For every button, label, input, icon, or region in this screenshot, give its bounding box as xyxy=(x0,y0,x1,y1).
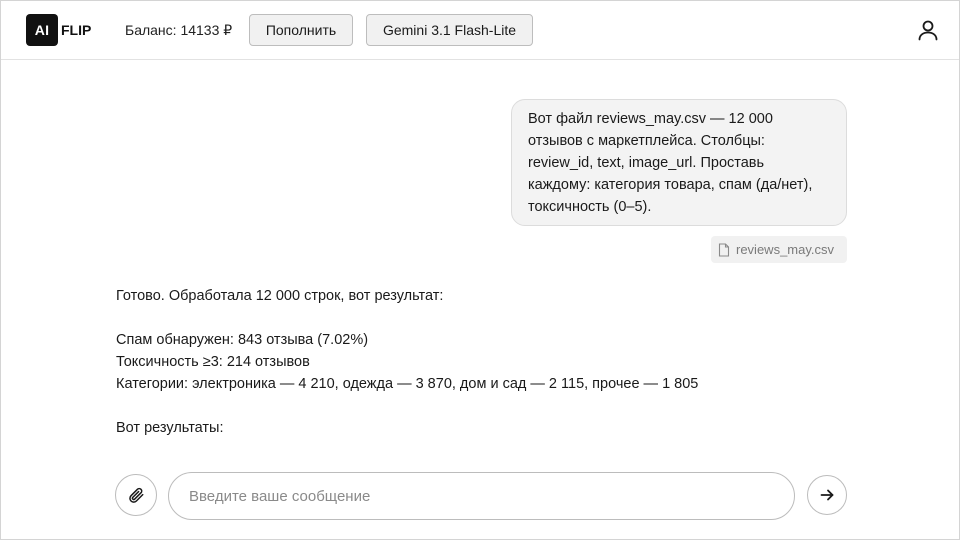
balance-label: Баланс: 14133 ₽ xyxy=(125,22,233,38)
message-input[interactable] xyxy=(187,486,781,506)
attachment-name: reviews_may.csv xyxy=(736,242,835,257)
assistant-spam-line: Спам обнаружен: 843 отзыва (7.02%) xyxy=(116,332,369,348)
send-button[interactable] xyxy=(807,475,847,515)
logo[interactable]: AI FLIP xyxy=(26,14,91,46)
top-bar: AI FLIP Баланс: 14133 ₽ Пополнить Gemini… xyxy=(1,1,959,60)
attach-file-button[interactable] xyxy=(115,474,157,516)
assistant-intro: Готово. Обработала 12 000 строк, вот рез… xyxy=(116,288,444,304)
chat-page: AI FLIP Баланс: 14133 ₽ Пополнить Gemini… xyxy=(0,0,960,540)
paperclip-icon xyxy=(129,487,144,503)
file-icon xyxy=(718,242,730,257)
arrow-right-icon xyxy=(820,489,834,501)
attachment-chip[interactable]: reviews_may.csv xyxy=(711,236,847,263)
user-message-bubble: Вот файл reviews_may.csv — 12 000 отзыво… xyxy=(511,99,847,226)
logo-text: FLIP xyxy=(61,22,92,38)
model-selector-button[interactable]: Gemini 3.1 Flash-Lite xyxy=(366,14,533,46)
logo-badge: AI xyxy=(26,14,58,46)
assistant-results-line: Вот результаты: xyxy=(116,420,224,436)
topup-button[interactable]: Пополнить xyxy=(249,14,353,46)
assistant-toxicity-line: Токсичность ≥3: 214 отзывов xyxy=(116,354,310,370)
assistant-categories-line: Категории: электроника — 4 210, одежда —… xyxy=(116,376,699,392)
assistant-message: Готово. Обработала 12 000 строк, вот рез… xyxy=(116,285,716,439)
message-input-container[interactable] xyxy=(168,472,795,520)
chat-area[interactable]: Вот файл reviews_may.csv — 12 000 отзыво… xyxy=(1,60,959,451)
user-icon[interactable] xyxy=(917,19,939,41)
